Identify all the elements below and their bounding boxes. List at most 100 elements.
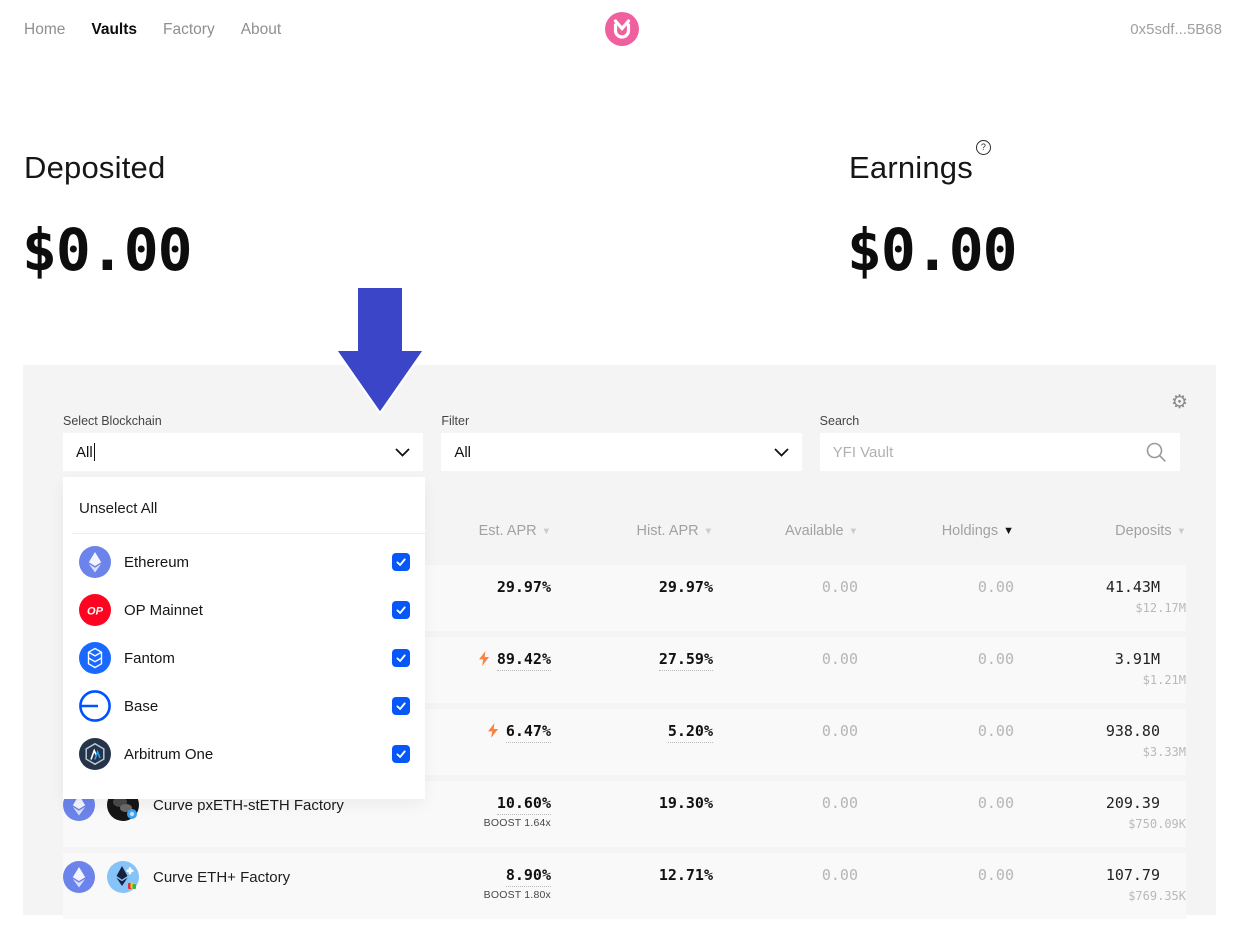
column-deposits[interactable]: Deposits▼ (1014, 523, 1186, 539)
holdings-value: 0.00 (858, 865, 1014, 885)
blockchain-select-value: All (76, 444, 93, 461)
ethereum-chain-icon (63, 861, 95, 893)
column-holdings[interactable]: Holdings▼ (858, 523, 1014, 539)
sort-arrow-active-icon: ▼ (1003, 525, 1014, 537)
available-value: 0.00 (713, 649, 858, 669)
chevron-down-icon (774, 448, 789, 457)
nav-item-vaults[interactable]: Vaults (91, 21, 137, 39)
search-placeholder: YFI Vault (833, 444, 894, 461)
holdings-value: 0.00 (858, 649, 1014, 669)
hist-apr-value: 27.59% (659, 650, 713, 671)
sort-arrow-icon: ▼ (704, 526, 713, 537)
deposits-value: 209.39 (1014, 793, 1160, 813)
vault-row[interactable]: Curve ETH+ Factory 8.90% BOOST 1.80x 12.7… (63, 853, 1186, 919)
vault-name-cell: Curve ETH+ Factory (63, 861, 391, 893)
column-hist-apr[interactable]: Hist. APR▼ (551, 523, 713, 539)
deposits-value: 107.79 (1014, 865, 1160, 885)
chain-label: Base (124, 698, 158, 715)
checkbox-checked[interactable] (392, 553, 410, 571)
column-available[interactable]: Available▼ (713, 523, 858, 539)
hist-apr-value: 12.71% (551, 865, 713, 885)
hist-apr-value: 5.20% (668, 722, 713, 743)
deposits-usd-value: $3.33M (1014, 745, 1186, 759)
est-apr-value: 8.90% (506, 866, 551, 887)
deposits-usd-value: $750.09K (1014, 817, 1186, 831)
yearn-logo-icon[interactable] (605, 12, 639, 46)
earnings-label: Earnings? (849, 150, 991, 186)
svg-text:OP: OP (87, 605, 104, 617)
arbitrum-icon (79, 738, 111, 770)
est-apr-value: 6.47% (506, 722, 551, 743)
chain-item-fantom[interactable]: Fantom (63, 634, 425, 682)
nav-item-home[interactable]: Home (24, 21, 65, 39)
unselect-all-button[interactable]: Unselect All (63, 477, 425, 517)
sort-arrow-icon: ▼ (849, 526, 858, 537)
vaults-panel: ⚙ Select Blockchain All Filter All Searc… (23, 365, 1216, 915)
settings-gear-icon[interactable]: ⚙ (1171, 393, 1188, 412)
deposited-label: Deposited (24, 150, 165, 186)
deposited-value: $0.00 (22, 216, 192, 284)
holdings-value: 0.00 (858, 577, 1014, 597)
dropdown-divider (72, 533, 425, 534)
fantom-icon (79, 642, 111, 674)
hist-apr-value: 19.30% (551, 793, 713, 813)
est-apr-value: 89.42% (497, 650, 551, 671)
holdings-value: 0.00 (858, 721, 1014, 741)
chain-item-base[interactable]: Base (63, 682, 425, 730)
nav-item-about[interactable]: About (241, 21, 282, 39)
available-value: 0.00 (713, 865, 858, 885)
chain-label: OP Mainnet (124, 602, 203, 619)
op-mainnet-icon: OP (79, 594, 111, 626)
type-filter-value: All (454, 444, 471, 461)
chain-item-arbitrum-one[interactable]: Arbitrum One (63, 730, 425, 778)
deposits-usd-value: $1.21M (1014, 673, 1186, 687)
type-filter: Filter All (441, 414, 801, 471)
hist-apr-value: 29.97% (551, 577, 713, 597)
sort-arrow-icon: ▼ (542, 526, 551, 537)
sort-arrow-icon: ▼ (1177, 526, 1186, 537)
available-value: 0.00 (713, 721, 858, 741)
earnings-value: $0.00 (847, 216, 1017, 284)
chain-label: Arbitrum One (124, 746, 213, 763)
text-caret (94, 443, 96, 461)
help-icon[interactable]: ? (976, 140, 991, 155)
vault-name: Curve ETH+ Factory (153, 869, 290, 886)
checkbox-checked[interactable] (392, 601, 410, 619)
annotation-arrow-down-icon (335, 286, 425, 414)
blockchain-filter: Select Blockchain All (63, 414, 423, 471)
chain-item-ethereum[interactable]: Ethereum (63, 538, 425, 586)
checkbox-checked[interactable] (392, 649, 410, 667)
deposits-value: 41.43M (1014, 577, 1160, 597)
nav-links: Home Vaults Factory About (24, 21, 281, 39)
search-input[interactable]: YFI Vault (820, 433, 1180, 471)
blockchain-filter-label: Select Blockchain (63, 414, 423, 428)
search-filter: Search YFI Vault (820, 414, 1180, 471)
vault-name: Curve pxETH-stETH Factory (153, 797, 344, 814)
deposits-usd-value: $12.17M (1014, 601, 1186, 615)
chain-item-op-mainnet[interactable]: OP OP Mainnet (63, 586, 425, 634)
est-apr-value: 10.60% (497, 794, 551, 815)
search-icon (1145, 441, 1167, 463)
boost-label: BOOST 1.64x (391, 817, 551, 829)
base-icon (79, 690, 111, 722)
checkbox-checked[interactable] (392, 697, 410, 715)
nav-item-factory[interactable]: Factory (163, 21, 215, 39)
boost-label: BOOST 1.80x (391, 889, 551, 901)
chevron-down-icon (395, 448, 410, 457)
chain-label: Ethereum (124, 554, 189, 571)
deposits-usd-value: $769.35K (1014, 889, 1186, 903)
wallet-address-button[interactable]: 0x5sdf...5B68 (1130, 21, 1222, 38)
type-filter-select[interactable]: All (441, 433, 801, 471)
deposits-value: 3.91M (1014, 649, 1160, 669)
filter-bar: Select Blockchain All Filter All Search … (63, 414, 1180, 471)
available-value: 0.00 (713, 577, 858, 597)
ethplus-token-icon (107, 861, 139, 893)
lightning-boost-icon (479, 651, 490, 666)
checkbox-checked[interactable] (392, 745, 410, 763)
available-value: 0.00 (713, 793, 858, 813)
lightning-boost-icon (488, 723, 499, 738)
top-nav: Home Vaults Factory About 0x5sdf...5B68 (0, 0, 1239, 58)
blockchain-select[interactable]: All (63, 433, 423, 471)
blockchain-dropdown: Unselect All Ethereum OP OP Mainnet Fant… (63, 477, 425, 799)
ethereum-icon (79, 546, 111, 578)
